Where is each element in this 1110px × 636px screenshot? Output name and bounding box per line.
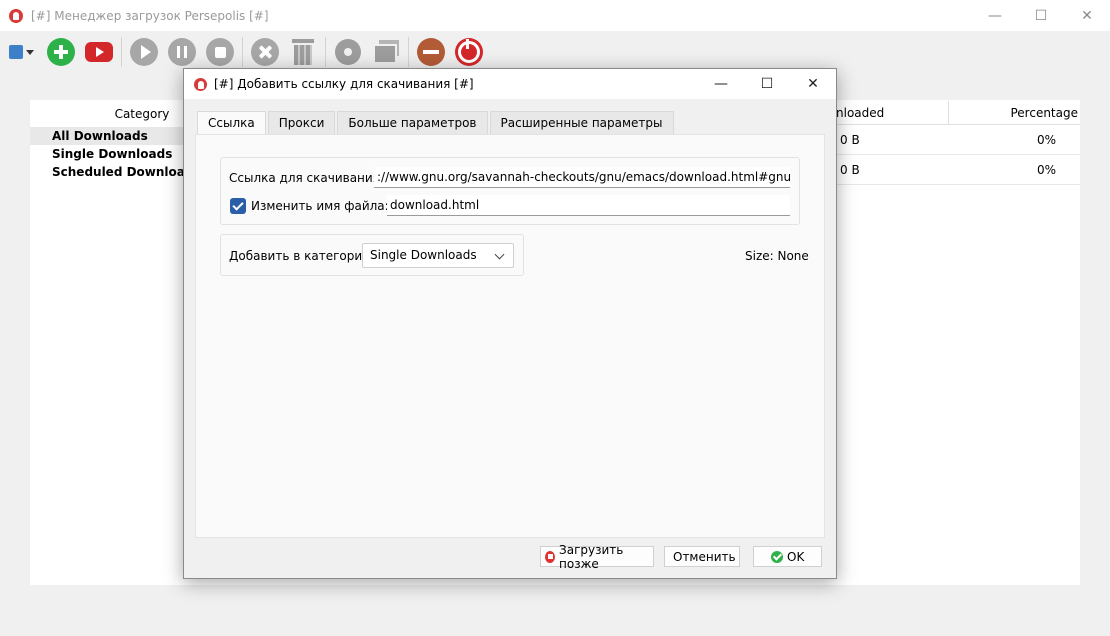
tab-proxy[interactable]: Прокси [267,111,336,134]
dialog-maximize-button[interactable]: ☐ [744,69,790,99]
minimize-to-tray-button[interactable] [371,37,401,67]
exit-icon [455,38,483,66]
download-later-button[interactable]: Загрузить позже [540,543,654,571]
chevron-down-icon [25,49,34,55]
stop-icon [206,38,234,66]
toolbar-separator [242,37,243,67]
toolbar-separator [121,37,122,67]
cancel-label: Отменить [673,549,736,564]
persepolis-app-icon [194,77,207,91]
toolbar-separator [408,37,409,67]
minimize-to-tray-icon [373,40,399,64]
tab-advanced-options[interactable]: Расширенные параметры [489,111,674,134]
column-header-percentage[interactable]: Percentage [948,101,1080,125]
dialog-window-controls: — ☐ ✕ [698,69,836,99]
main-minimize-button[interactable]: — [972,0,1018,31]
youtube-icon [85,42,113,62]
rename-label: Изменить имя файла: [251,199,389,213]
dialog-minimize-button[interactable]: — [698,69,744,99]
dialog-close-button[interactable]: ✕ [790,69,836,99]
remove-button[interactable] [250,37,280,67]
pause-icon [168,38,196,66]
ok-button[interactable]: OK [753,546,822,567]
category-select[interactable]: Single Downloads [362,243,514,268]
tab-link[interactable]: Ссылка [197,111,266,135]
main-window-controls: — ☐ ✕ [972,0,1110,31]
tab-more-options[interactable]: Больше параметров [337,111,488,134]
dialog-titlebar: [#] Добавить ссылку для скачивания [#] —… [184,69,836,99]
main-maximize-button[interactable]: ☐ [1018,0,1064,31]
rename-checkbox[interactable] [230,198,246,214]
main-titlebar: [#] Менеджер загрузок Persepolis [#] — ☐… [0,0,1110,31]
minimize-button[interactable] [416,37,446,67]
download-later-label: Загрузить позже [559,542,624,571]
dialog-tabs: Ссылка Прокси Больше параметров Расширен… [197,111,676,135]
menu-button[interactable] [4,37,38,67]
main-window-title: [#] Менеджер загрузок Persepolis [#] [31,8,269,23]
table-row-downloaded: 0 B [836,155,948,185]
menu-icon [8,45,23,59]
category-group: Добавить в категорию: Single Downloads [220,234,524,276]
delete-button[interactable] [288,37,318,67]
exit-button[interactable] [454,37,484,67]
chevron-down-icon [494,249,505,260]
dialog-title: [#] Добавить ссылку для скачивания [#] [214,77,474,91]
table-row-downloaded: 0 B [836,125,948,155]
toolbar-separator [325,37,326,67]
table-row-percentage: 0% [948,125,1080,155]
youtube-button[interactable] [84,37,114,67]
main-toolbar [0,31,1110,73]
resume-button[interactable] [129,37,159,67]
add-link-button[interactable] [46,37,76,67]
persepolis-app-icon [9,8,23,23]
category-label: Добавить в категорию: [229,249,377,263]
size-label: Size: None [745,249,809,263]
add-link-icon [47,38,75,66]
pause-button[interactable] [167,37,197,67]
cancel-button[interactable]: Отменить [664,546,740,567]
settings-button[interactable] [333,37,363,67]
main-close-button[interactable]: ✕ [1064,0,1110,31]
stop-button[interactable] [205,37,235,67]
delete-icon [292,39,314,65]
link-group: Ссылка для скачивания: ://www.gnu.org/sa… [220,157,800,225]
remove-icon [251,38,279,66]
resume-icon [130,38,158,66]
checkmark-icon [771,550,783,563]
table-row-percentage: 0% [948,155,1080,185]
column-header-downloaded[interactable]: nloaded [836,101,948,125]
add-link-dialog: [#] Добавить ссылку для скачивания [#] —… [183,68,837,579]
minimize-icon [417,38,445,66]
settings-icon [335,39,361,65]
filename-input[interactable]: download.html [387,195,790,216]
link-input[interactable]: ://www.gnu.org/savannah-checkouts/gnu/em… [374,167,790,188]
ok-label: OK [787,549,805,564]
stop-icon [545,550,556,563]
link-tab-panel: Ссылка для скачивания: ://www.gnu.org/sa… [195,134,825,538]
category-select-value: Single Downloads [370,248,477,262]
link-label: Ссылка для скачивания: [229,171,384,185]
